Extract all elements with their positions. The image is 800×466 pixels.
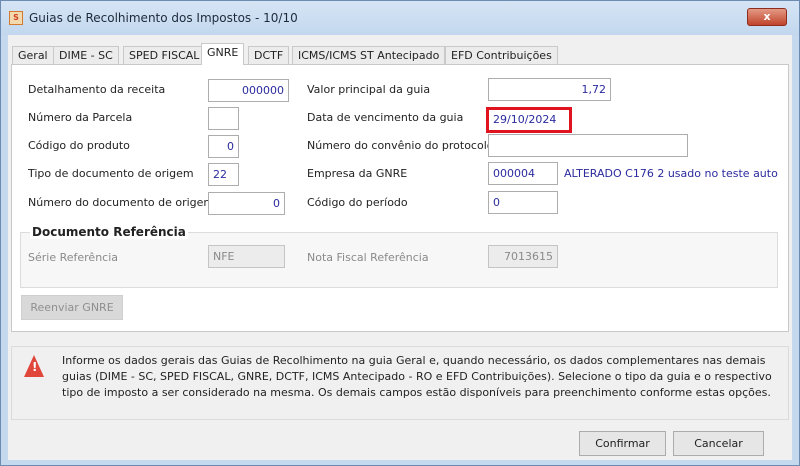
detalhamento-label: Detalhamento da receita (28, 83, 166, 96)
reenviar-gnre-button[interactable]: Reenviar GNRE (21, 295, 123, 320)
tab-dctf[interactable]: DCTF (248, 46, 290, 64)
window-title: Guias de Recolhimento dos Impostos - 10/… (29, 11, 298, 25)
convenio-label: Número do convênio do protocolo (307, 139, 494, 152)
empresa-description: ALTERADO C176 2 usado no teste auto (564, 167, 778, 180)
serie-label: Série Referência (28, 251, 119, 264)
num-doc-label: Número do documento de origem (28, 196, 215, 209)
num-doc-input[interactable]: 0 (208, 192, 285, 215)
info-box: ! Informe os dados gerais das Guias de R… (11, 346, 789, 420)
cancelar-button[interactable]: Cancelar (673, 431, 764, 456)
vencimento-label: Data de vencimento da guia (307, 111, 464, 124)
tab-sped-fiscal[interactable]: SPED FISCAL (123, 46, 206, 64)
nota-input: 7013615 (488, 245, 558, 268)
valor-input[interactable]: 1,72 (488, 78, 611, 101)
app-icon: S (9, 11, 23, 25)
close-button[interactable]: x (747, 8, 787, 26)
tab-geral[interactable]: Geral (12, 46, 54, 64)
serie-input: NFE (208, 245, 285, 268)
nota-label: Nota Fiscal Referência (307, 251, 429, 264)
tipo-doc-label: Tipo de documento de origem (28, 167, 194, 180)
empresa-label: Empresa da GNRE (307, 167, 408, 180)
documento-referencia-title: Documento Referência (30, 225, 188, 239)
periodo-label: Código do período (307, 196, 408, 209)
parcela-label: Número da Parcela (28, 111, 133, 124)
parcela-input[interactable] (208, 107, 239, 130)
valor-label: Valor principal da guia (307, 83, 431, 96)
convenio-input[interactable] (488, 134, 688, 157)
tab-icms-st-antecipado[interactable]: ICMS/ICMS ST Antecipado (292, 46, 446, 64)
vencimento-input[interactable]: 29/10/2024 (486, 107, 572, 133)
confirmar-button[interactable]: Confirmar (579, 431, 666, 456)
periodo-input[interactable]: 0 (488, 191, 558, 214)
produto-label: Código do produto (28, 139, 130, 152)
tab-gnre[interactable]: GNRE (201, 43, 245, 65)
warning-icon: ! (24, 355, 44, 377)
tipo-doc-input[interactable]: 22 (208, 163, 239, 186)
gnre-panel: Detalhamento da receita 000000 Número da… (11, 64, 789, 332)
tab-efd-contribuicoes[interactable]: EFD Contribuições (445, 46, 558, 64)
info-text: Informe os dados gerais das Guias de Rec… (62, 354, 772, 399)
dialog-body: Geral DIME - SC SPED FISCAL GNRE DCTF IC… (8, 35, 792, 460)
dialog-window: S Guias de Recolhimento dos Impostos - 1… (0, 0, 800, 466)
empresa-input[interactable]: 000004 (488, 162, 558, 185)
tab-dime-sc[interactable]: DIME - SC (53, 46, 119, 64)
detalhamento-input[interactable]: 000000 (208, 79, 289, 102)
title-bar[interactable]: S Guias de Recolhimento dos Impostos - 1… (1, 1, 799, 35)
produto-input[interactable]: 0 (208, 135, 239, 158)
